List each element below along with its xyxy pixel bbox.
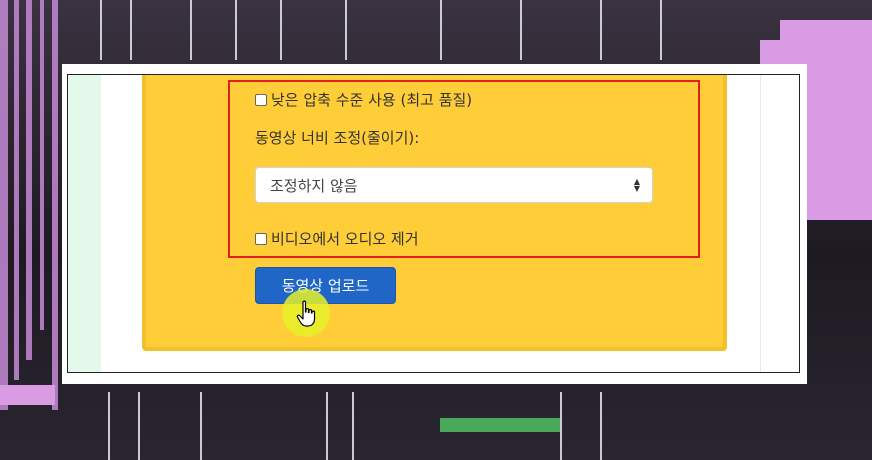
remove-audio-checkbox[interactable] [255, 232, 267, 245]
resize-select[interactable]: 조정하지 않음 ▲ ▼ [255, 167, 653, 203]
resize-label: 동영상 너비 조정(줄이기): [255, 129, 420, 147]
screenshot-frame: 낮은 압축 수준 사용 (최고 품질) 동영상 너비 조정(줄이기): 조정하지… [67, 74, 800, 373]
remove-audio-label: 비디오에서 오디오 제거 [271, 230, 419, 248]
low-compression-option[interactable]: 낮은 압축 수준 사용 (최고 품질) [255, 89, 472, 110]
left-mint-strip [68, 75, 101, 372]
hand-pointer-icon [296, 300, 316, 327]
low-compression-checkbox[interactable] [255, 93, 267, 106]
options-panel: 낮은 압축 수준 사용 (최고 품질) 동영상 너비 조정(줄이기): 조정하지… [142, 75, 727, 351]
resize-select-value: 조정하지 않음 [270, 176, 358, 195]
up-down-arrows-icon: ▲ ▼ [633, 177, 640, 193]
right-side-panel [760, 75, 799, 372]
remove-audio-option[interactable]: 비디오에서 오디오 제거 [255, 228, 419, 249]
low-compression-label: 낮은 압축 수준 사용 (최고 품질) [271, 91, 473, 109]
